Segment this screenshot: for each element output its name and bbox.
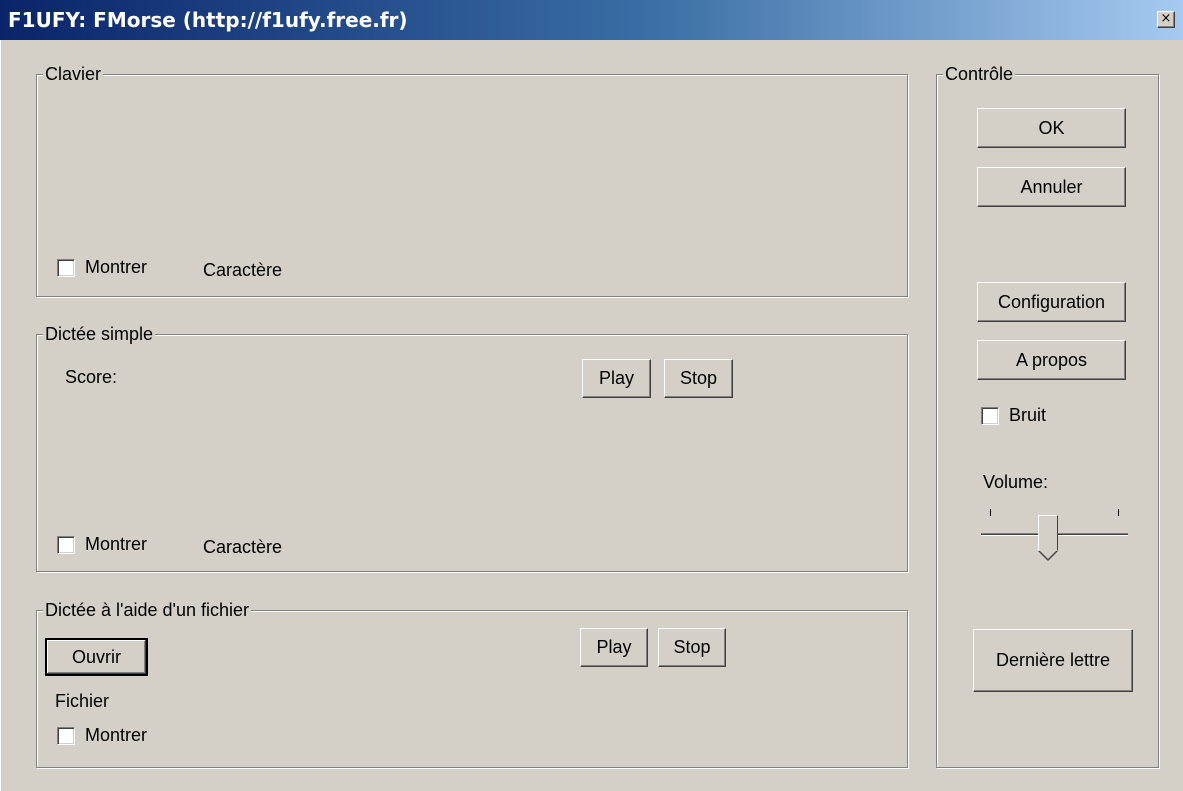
controle-legend: Contrôle	[943, 63, 1016, 85]
dictee-simple-play-button[interactable]: Play	[582, 359, 651, 398]
clavier-show-checkbox[interactable]: Montrer	[57, 257, 147, 278]
checkbox-box[interactable]	[57, 258, 75, 277]
checkbox-box[interactable]	[981, 406, 999, 425]
slider-tick-min	[990, 509, 991, 516]
checkbox-box[interactable]	[57, 535, 75, 554]
clavier-char-label: Caractère	[203, 260, 283, 280]
clavier-group: Clavier Montrer Caractère	[36, 63, 908, 297]
dictee-fichier-play-button[interactable]: Play	[580, 628, 648, 667]
window-title: F1UFY: FMorse (http://f1ufy.free.fr)	[8, 8, 408, 32]
close-icon[interactable]: ×	[1157, 11, 1175, 28]
dictee-simple-show-checkbox[interactable]: Montrer	[57, 534, 147, 555]
volume-slider[interactable]	[981, 509, 1131, 565]
noise-label: Bruit	[1009, 405, 1047, 425]
dictee-fichier-stop-button[interactable]: Stop	[658, 628, 726, 667]
dictee-simple-stop-button[interactable]: Stop	[664, 359, 733, 398]
last-letter-button[interactable]: Dernière lettre	[973, 629, 1133, 692]
dictee-simple-legend: Dictée simple	[43, 323, 156, 345]
score-label: Score:	[65, 367, 118, 387]
slider-thumb[interactable]	[1037, 515, 1058, 561]
open-file-button[interactable]: Ouvrir	[45, 638, 148, 676]
about-button[interactable]: A propos	[977, 340, 1126, 380]
dictee-simple-group: Dictée simple Score: Play Stop Montrer C…	[36, 323, 908, 572]
title-bar[interactable]: F1UFY: FMorse (http://f1ufy.free.fr) ×	[0, 0, 1183, 40]
volume-label: Volume:	[983, 472, 1049, 492]
controle-group: Contrôle OK Annuler Configuration A prop…	[936, 63, 1159, 768]
file-label: Fichier	[55, 691, 110, 711]
slider-tick-max	[1118, 509, 1119, 516]
dictee-fichier-show-checkbox[interactable]: Montrer	[57, 725, 147, 746]
clavier-show-label: Montrer	[85, 257, 148, 277]
dictee-simple-show-label: Montrer	[85, 534, 148, 554]
dictee-fichier-legend: Dictée à l'aide d'un fichier	[43, 599, 251, 621]
dictee-fichier-show-label: Montrer	[85, 725, 148, 745]
cancel-button[interactable]: Annuler	[977, 167, 1126, 207]
noise-checkbox[interactable]: Bruit	[981, 405, 1046, 426]
dictee-simple-char-label: Caractère	[203, 537, 283, 557]
clavier-legend: Clavier	[43, 63, 104, 85]
ok-button[interactable]: OK	[977, 108, 1126, 148]
configuration-button[interactable]: Configuration	[977, 282, 1126, 322]
checkbox-box[interactable]	[57, 726, 75, 745]
dictee-fichier-group: Dictée à l'aide d'un fichier Ouvrir Play…	[36, 599, 908, 768]
